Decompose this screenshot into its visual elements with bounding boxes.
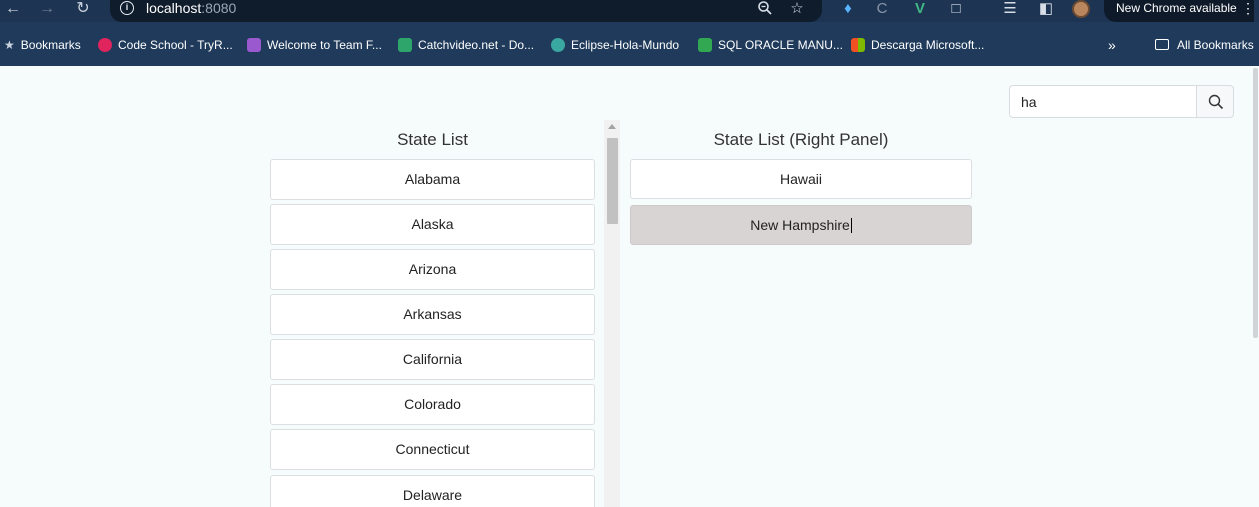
right-item-hawaii[interactable]: Hawaii <box>630 159 972 199</box>
text-cursor <box>850 218 852 233</box>
right-item-label: New Hampshire <box>750 217 850 233</box>
media-control-icon[interactable]: ☰ <box>1000 0 1020 18</box>
eclipse-icon <box>551 38 565 52</box>
more-bookmarks-icon[interactable]: » <box>1108 34 1116 56</box>
browser-chrome: ← → ↻ i localhost:8080 ☆ ♦ C V □ ☰ ◧ New… <box>0 0 1259 66</box>
right-item-new-hampshire[interactable]: New Hampshire <box>630 205 972 245</box>
reload-icon[interactable]: ↻ <box>72 0 94 18</box>
star-icon: ★ <box>4 38 15 52</box>
right-panel-title: State List (Right Panel) <box>713 130 889 149</box>
bookmarks-bar: ★ Bookmarks Code School - TryR... Welcome… <box>0 34 1259 56</box>
doc-icon <box>698 38 712 52</box>
address-bar[interactable]: i localhost:8080 ☆ <box>110 0 822 22</box>
microsoft-icon <box>851 38 865 52</box>
url-text[interactable]: localhost:8080 <box>146 0 236 17</box>
url-host: localhost <box>146 0 202 16</box>
bookmark-catchvideo[interactable]: Catchvideo.net - Do... <box>398 34 534 56</box>
vue-devtools-icon[interactable]: V <box>910 0 930 18</box>
bookmark-sql-oracle[interactable]: SQL ORACLE MANU... <box>698 34 843 56</box>
scroll-up-arrow-icon[interactable] <box>608 124 616 129</box>
search-icon <box>1208 94 1224 110</box>
menu-kebab-icon[interactable]: ⋮ <box>1241 0 1255 16</box>
extensions-puzzle-icon[interactable]: □ <box>946 0 966 18</box>
back-icon[interactable]: ← <box>2 0 24 18</box>
profile-avatar[interactable] <box>1072 0 1090 18</box>
extension-diamond-icon[interactable]: ♦ <box>838 0 858 18</box>
catchvideo-icon <box>398 38 412 52</box>
scrollbar-thumb[interactable] <box>607 138 618 224</box>
side-panel-icon[interactable]: ◧ <box>1036 0 1056 18</box>
state-item-alabama[interactable]: Alabama <box>270 159 595 200</box>
bookmarks-folder[interactable]: ★ Bookmarks <box>4 34 81 56</box>
bookmark-star-icon[interactable]: ☆ <box>788 0 806 18</box>
search-button[interactable] <box>1196 85 1234 118</box>
bookmark-microsoft[interactable]: Descarga Microsoft... <box>851 34 984 56</box>
left-panel-title: State List <box>397 130 468 149</box>
site-info-icon[interactable]: i <box>120 1 134 15</box>
search-input[interactable] <box>1009 85 1197 118</box>
bookmark-team-foundation[interactable]: Welcome to Team F... <box>247 34 382 56</box>
folder-icon <box>1155 39 1169 50</box>
visualstudio-icon <box>247 38 261 52</box>
chrome-update-button[interactable]: New Chrome available <box>1104 0 1254 22</box>
update-label: New Chrome available <box>1116 1 1237 15</box>
page-content: State List Alabama Alaska Arizona Arkans… <box>0 66 1259 507</box>
all-bookmarks-button[interactable]: All Bookmarks <box>1155 34 1254 56</box>
state-item-connecticut[interactable]: Connecticut <box>270 429 595 470</box>
state-item-california[interactable]: California <box>270 339 595 380</box>
url-port: :8080 <box>201 0 237 16</box>
extension-c-icon[interactable]: C <box>872 0 892 18</box>
codeschool-icon <box>98 38 112 52</box>
zoom-icon[interactable] <box>756 0 774 18</box>
browser-toolbar: ← → ↻ i localhost:8080 ☆ ♦ C V □ ☰ ◧ New… <box>0 0 1259 22</box>
state-item-arkansas[interactable]: Arkansas <box>270 294 595 335</box>
state-item-alaska[interactable]: Alaska <box>270 204 595 245</box>
forward-icon[interactable]: → <box>36 0 58 18</box>
page-scrollbar[interactable] <box>1253 68 1258 338</box>
state-item-arizona[interactable]: Arizona <box>270 249 595 290</box>
state-item-colorado[interactable]: Colorado <box>270 384 595 425</box>
bookmark-code-school[interactable]: Code School - TryR... <box>98 34 233 56</box>
state-item-delaware[interactable]: Delaware <box>270 475 595 507</box>
bookmark-eclipse[interactable]: Eclipse-Hola-Mundo <box>551 34 679 56</box>
